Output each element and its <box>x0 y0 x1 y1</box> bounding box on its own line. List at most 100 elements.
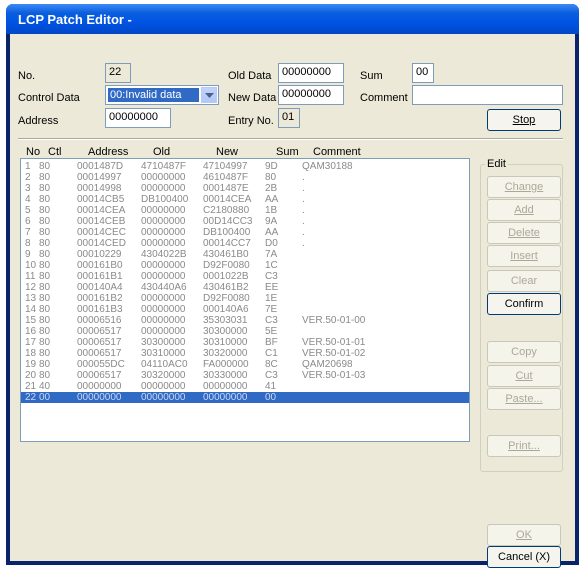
print-button-label: Print... <box>508 440 540 452</box>
cell-sum: C3 <box>265 315 278 326</box>
stop-button[interactable]: Stop <box>487 109 561 131</box>
table-row[interactable]: 18 80 00006517 30310000 30320000 C1 VER.50-01-… <box>21 348 469 359</box>
cell-comment: . <box>302 172 305 183</box>
ok-button[interactable]: OK <box>487 524 561 546</box>
table-row[interactable]: 10 80 000161B0 00000000 D92F0080 1C <box>21 260 469 271</box>
window-title: LCP Patch Editor - <box>18 12 132 27</box>
cell-old: 00000000 <box>141 260 186 271</box>
cell-ctl: 80 <box>39 326 51 337</box>
add-button[interactable]: Add <box>487 199 561 221</box>
cell-sum: 1B <box>265 205 278 216</box>
copy-button[interactable]: Copy <box>487 341 561 363</box>
cell-no: 13 <box>25 293 37 304</box>
cell-old: 04110AC0 <box>141 359 188 370</box>
cell-sum: C1 <box>265 348 278 359</box>
cell-sum: C3 <box>265 271 278 282</box>
confirm-button[interactable]: Confirm <box>487 293 561 315</box>
cell-old: 00000000 <box>141 293 186 304</box>
title-bar[interactable]: LCP Patch Editor - <box>6 4 579 34</box>
cell-address: 00006516 <box>77 315 122 326</box>
cell-comment: . <box>302 194 305 205</box>
cell-old: 00000000 <box>141 227 186 238</box>
cell-comment: . <box>302 183 305 194</box>
clear-button-label: Clear <box>510 275 538 287</box>
cell-address: 000161B3 <box>77 304 123 315</box>
cell-new: C2180880 <box>203 205 250 216</box>
table-row[interactable]: 2 80 00014997 00000000 4610487F 80. <box>21 172 469 183</box>
cell-no: 1 <box>25 161 31 172</box>
table-row[interactable]: 15 80 00006516 00000000 35303031 C3 VER.50-01-… <box>21 315 469 326</box>
dialog-client-area: No. 22 Old Data 00000000 Sum 00 Control … <box>10 34 575 568</box>
table-row[interactable]: 8 80 00014CED 00000000 00014CC7 D0. <box>21 238 469 249</box>
cell-address: 00014CEC <box>77 227 126 238</box>
table-row[interactable]: 4 80 00014CB5 DB100400 00014CEA AA. <box>21 194 469 205</box>
comment-label: Comment <box>360 92 408 104</box>
cell-sum: EE <box>265 282 279 293</box>
cell-address: 000140A4 <box>77 282 123 293</box>
table-row[interactable]: 21 40 00000000 00000000 00000000 41 <box>21 381 469 392</box>
cell-address: 00006517 <box>77 370 122 381</box>
dropdown-button[interactable] <box>201 87 217 103</box>
table-row[interactable]: 5 80 00014CEA 00000000 C2180880 1B. <box>21 205 469 216</box>
cell-old: 00000000 <box>141 326 186 337</box>
cut-button-label: Cut <box>515 370 533 382</box>
copy-button-label: Copy <box>511 346 537 358</box>
cell-no: 12 <box>25 282 37 293</box>
cell-no: 15 <box>25 315 37 326</box>
paste-button[interactable]: Paste... <box>487 388 561 410</box>
cell-sum: 41 <box>265 381 277 392</box>
delete-button[interactable]: Delete <box>487 222 561 244</box>
cell-address: 000161B1 <box>77 271 123 282</box>
cell-ctl: 80 <box>39 161 51 172</box>
cell-new: 00D14CC3 <box>203 216 253 227</box>
cell-comment: VER.50-01-01 <box>302 337 366 348</box>
table-row[interactable]: 1 80 0001487D 4710487F 47104997 9D QAM30188 <box>21 161 469 172</box>
control-data-select[interactable]: 00:Invalid data <box>105 85 219 105</box>
cell-ctl: 80 <box>39 227 51 238</box>
patch-list[interactable]: 1 80 0001487D 4710487F 47104997 9D QAM30188 2 80… <box>20 158 470 442</box>
sum-field[interactable]: 00 <box>412 63 434 83</box>
table-row[interactable]: 14 80 000161B3 00000000 000140A6 7E <box>21 304 469 315</box>
cell-comment: VER.50-01-03 <box>302 370 366 381</box>
cell-no: 21 <box>25 381 37 392</box>
comment-field[interactable] <box>412 85 563 105</box>
cell-old: 30310000 <box>141 348 186 359</box>
cancel-button[interactable]: Cancel (X) <box>487 546 561 568</box>
table-row[interactable]: 3 80 00014998 00000000 0001487E 2B. <box>21 183 469 194</box>
table-row[interactable]: 6 80 00014CEB 00000000 00D14CC3 9A. <box>21 216 469 227</box>
address-field[interactable]: 00000000 <box>105 108 171 128</box>
cell-ctl: 80 <box>39 238 51 249</box>
cell-comment: QAM30188 <box>302 161 353 172</box>
table-row[interactable]: 19 80 000055DC 04110AC0 FA000000 8C QAM20698 <box>21 359 469 370</box>
header-ctl: Ctl <box>48 146 62 158</box>
table-row[interactable]: 16 80 00006517 00000000 30300000 5E <box>21 326 469 337</box>
change-button[interactable]: Change <box>487 176 561 198</box>
cell-new: FA000000 <box>203 359 249 370</box>
table-row[interactable]: 9 80 00010229 4304022B 430461B0 7A <box>21 249 469 260</box>
entry-no-field: 01 <box>278 108 300 128</box>
header-no: No <box>26 146 41 158</box>
cell-address: 00014CEA <box>77 205 126 216</box>
table-row[interactable]: 12 80 000140A4 430440A6 430461B2 EE <box>21 282 469 293</box>
cell-sum: 2B <box>265 183 278 194</box>
table-row[interactable]: 17 80 00006517 30300000 30310000 BF VER.50-01-… <box>21 337 469 348</box>
cell-ctl: 80 <box>39 348 51 359</box>
cell-address: 00014CEB <box>77 216 126 227</box>
cell-sum: AA <box>265 194 279 205</box>
table-row[interactable]: 13 80 000161B2 00000000 D92F0080 1E <box>21 293 469 304</box>
table-row[interactable]: 11 80 000161B1 00000000 0001022B C3 <box>21 271 469 282</box>
clear-button[interactable]: Clear <box>487 270 561 292</box>
table-row[interactable]: 22 00 00000000 00000000 00000000 00 <box>21 392 469 403</box>
table-row[interactable]: 7 80 00014CEC 00000000 DB100400 AA. <box>21 227 469 238</box>
cell-address: 00014CB5 <box>77 194 125 205</box>
cell-no: 20 <box>25 370 37 381</box>
new-data-field[interactable]: 00000000 <box>278 85 344 105</box>
cell-no: 14 <box>25 304 37 315</box>
print-button[interactable]: Print... <box>487 435 561 457</box>
old-data-field[interactable]: 00000000 <box>278 63 344 83</box>
table-row[interactable]: 20 80 00006517 30320000 30330000 C3 VER.50-01-… <box>21 370 469 381</box>
cell-address: 00000000 <box>77 392 122 403</box>
cell-no: 2 <box>25 172 31 183</box>
insert-button[interactable]: Insert <box>487 245 561 267</box>
cut-button[interactable]: Cut <box>487 365 561 387</box>
